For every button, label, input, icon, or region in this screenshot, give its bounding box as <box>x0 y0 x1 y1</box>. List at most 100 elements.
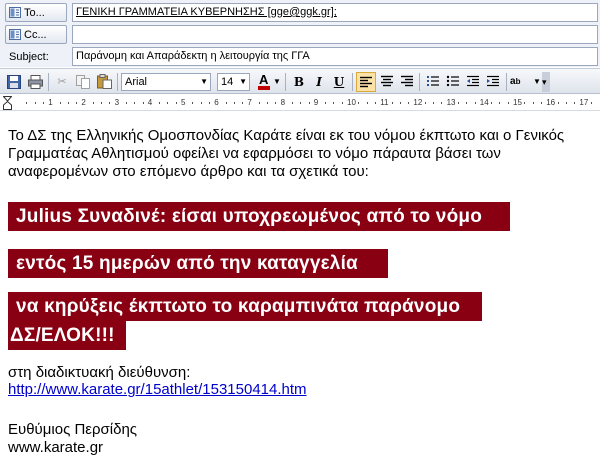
ruler-tick <box>233 102 235 104</box>
ruler-tick <box>557 102 559 104</box>
cc-button[interactable]: Cc... <box>5 25 67 44</box>
chevron-down-icon: ▼ <box>200 77 208 86</box>
copy-icon[interactable] <box>73 72 93 92</box>
highlight-line-2: εντός 15 ημερών από την καταγγελία <box>8 249 388 278</box>
increase-indent-icon <box>487 75 499 87</box>
chevron-down-icon: ▼ <box>533 77 541 86</box>
toolbar-options-icon: ▾ <box>542 77 547 87</box>
ruler-tick <box>366 102 368 104</box>
toolbar-separator <box>352 73 353 91</box>
to-button[interactable]: To... <box>5 3 67 22</box>
toolbar-separator <box>117 73 118 91</box>
cc-row: Cc... <box>0 23 600 45</box>
subject-label: Subject: <box>5 47 67 66</box>
decrease-indent-button[interactable] <box>463 72 483 92</box>
ruler-number: 11 <box>380 98 389 107</box>
address-label: στη διαδικτυακή διεύθυνση: <box>8 364 588 382</box>
ruler-number: 13 <box>446 98 456 107</box>
to-recipient[interactable]: ΓΕΝΙΚΗ ΓΡΑΜΜΑΤΕΙΑ ΚΥΒΕΡΝΗΣΗΣ [gge@ggk.gr… <box>76 6 337 18</box>
numbered-list-button[interactable] <box>423 72 443 92</box>
ruler-tick <box>175 102 177 104</box>
align-left-button[interactable] <box>356 72 376 92</box>
italic-button[interactable]: I <box>309 72 329 92</box>
ruler-tick <box>540 102 542 104</box>
spelling-button[interactable]: ab <box>510 72 532 92</box>
underline-button[interactable]: U <box>329 72 349 92</box>
ruler-number: 6 <box>214 98 219 107</box>
toolbar-separator <box>506 73 507 91</box>
save-icon[interactable] <box>4 72 24 92</box>
ruler-tick <box>101 102 102 104</box>
ruler-tick <box>59 102 61 104</box>
ruler-number: 16 <box>546 98 556 107</box>
link-line: http://www.karate.gr/15athlet/153150414.… <box>8 381 588 399</box>
font-size-value: 14 <box>221 76 234 88</box>
font-color-swatch <box>258 86 270 90</box>
highlight-line-3: να κηρύξεις έκπτωτο το καραμπινάτα παράν… <box>8 292 482 321</box>
bold-button[interactable]: B <box>289 72 309 92</box>
ruler-tick <box>524 102 526 104</box>
to-row: To... ΓΕΝΙΚΗ ΓΡΑΜΜΑΤΕΙΑ ΚΥΒΕΡΝΗΣΗΣ [gge@… <box>0 1 600 23</box>
address-book-icon <box>9 7 21 18</box>
highlight-line-1: Julius Συναδινέ: είσαι υποχρεωμένος από … <box>8 202 510 231</box>
align-left-icon <box>360 76 372 88</box>
signature-site: www.karate.gr <box>8 439 104 456</box>
highlight-line-4: ΔΣ/ΕΛΟΚ!!! <box>8 321 126 350</box>
ruler-tick <box>507 102 509 104</box>
ruler-tick <box>391 102 393 104</box>
ruler-tick <box>399 102 401 104</box>
toolbar-options-button[interactable]: ▾ <box>542 72 550 92</box>
ruler-number: 3 <box>114 98 120 107</box>
font-name-select[interactable]: Arial ▼ <box>121 73 211 91</box>
align-right-button[interactable] <box>397 72 417 92</box>
ruler-tick <box>565 102 567 104</box>
ruler-tick <box>208 102 210 104</box>
ruler-number: 2 <box>81 98 86 107</box>
paste-icon[interactable] <box>94 72 114 92</box>
indent-marker-icon[interactable] <box>3 96 12 110</box>
cut-icon[interactable]: ✂ <box>52 72 72 92</box>
ruler-number: 17 <box>579 98 589 107</box>
signature-name: Ευθύμιος Περσίδης <box>8 421 588 439</box>
spelling-dropdown[interactable]: ▼ <box>533 72 541 92</box>
ruler-tick <box>491 102 493 104</box>
ruler-tick <box>134 102 136 104</box>
address-label-text: στη διαδικτυακή διεύθυνση: <box>8 364 191 381</box>
ruler-tick <box>574 102 576 104</box>
toolbar-separator <box>48 73 49 91</box>
ruler-tick <box>167 102 169 104</box>
article-link[interactable]: http://www.karate.gr/15athlet/153150414.… <box>8 381 307 398</box>
ruler-tick <box>532 102 534 104</box>
font-size-select[interactable]: 14 ▼ <box>217 73 250 91</box>
ruler-tick <box>76 102 78 104</box>
ruler-tick <box>424 102 426 104</box>
ruler-tick <box>358 102 360 104</box>
cc-field[interactable] <box>72 25 598 44</box>
spelling-icon: ab <box>510 76 521 87</box>
bulleted-list-icon <box>446 75 459 87</box>
message-body[interactable]: Το ΔΣ της Ελληνικής Ομοσπονδίας Καράτε ε… <box>8 112 600 463</box>
ruler-tick <box>200 102 202 104</box>
ruler[interactable]: 1 2 3 4 5 6 7 8 9 10 11 12 13 14 15 16 17 <box>0 95 600 111</box>
formatting-toolbar: ✂ Arial ▼ 14 ▼ A ▼ B I U ab ▼ ▾ <box>0 68 600 94</box>
print-icon[interactable] <box>25 72 45 92</box>
subject-label-text: Subject: <box>9 51 49 63</box>
ruler-number: 8 <box>280 98 286 107</box>
align-center-button[interactable] <box>377 72 397 92</box>
ruler-tick <box>258 102 260 104</box>
bulleted-list-button[interactable] <box>443 72 463 92</box>
font-color-button[interactable]: A ▼ <box>256 72 282 92</box>
ruler-tick <box>142 102 144 104</box>
increase-indent-button[interactable] <box>483 72 503 92</box>
intro-paragraph: Το ΔΣ της Ελληνικής Ομοσπονδίας Καράτε ε… <box>8 127 565 180</box>
ruler-tick <box>457 102 459 104</box>
toolbar-separator <box>419 73 420 91</box>
ruler-number: 15 <box>513 98 522 107</box>
subject-field[interactable]: Παράνομη και Απαράδεκτη η λειτουργία της… <box>72 47 598 66</box>
ruler-tick <box>267 102 268 104</box>
ruler-tick <box>92 102 94 104</box>
ruler-tick <box>159 102 161 104</box>
to-field[interactable]: ΓΕΝΙΚΗ ΓΡΑΜΜΑΤΕΙΑ ΚΥΒΕΡΝΗΣΗΣ [gge@ggk.gr… <box>72 3 598 22</box>
ruler-tick <box>341 102 343 104</box>
numbered-list-icon <box>427 76 439 86</box>
